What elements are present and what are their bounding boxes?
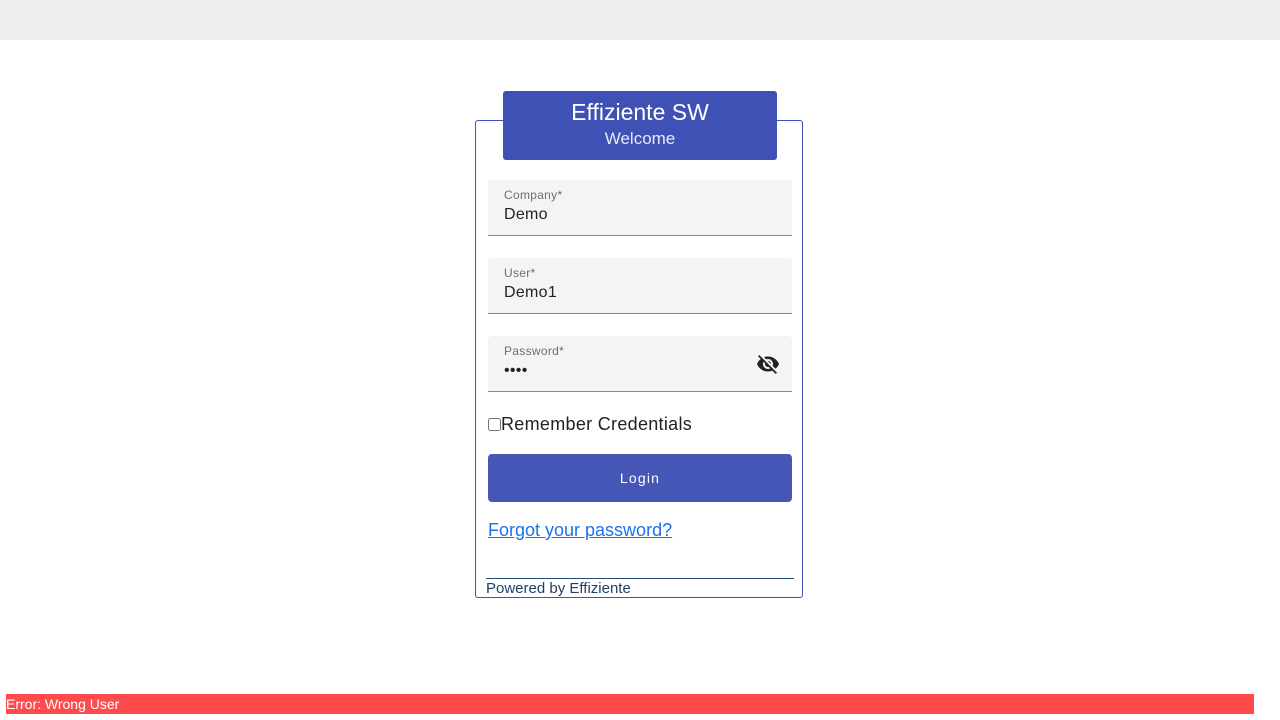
welcome-subtitle: Welcome [604, 129, 676, 148]
top-bar [0, 0, 1280, 40]
remember-credentials[interactable]: Remember Credentials [488, 412, 692, 436]
company-label: Company* [504, 188, 563, 202]
company-field[interactable]: Company* [488, 180, 792, 236]
eye-off-icon[interactable] [756, 352, 780, 376]
forgot-password-link[interactable]: Forgot your password? [488, 520, 672, 541]
login-button[interactable]: Login [488, 454, 792, 502]
card-header: Effiziente SW Welcome [503, 91, 777, 160]
app-title: Effiziente SW [571, 99, 709, 125]
password-field[interactable]: Password* [488, 336, 792, 392]
user-input[interactable] [504, 282, 744, 304]
password-label: Password* [504, 344, 565, 358]
error-message-bar: Error: Wrong User [6, 694, 1254, 714]
remember-label: Remember Credentials [501, 413, 693, 434]
user-label: User* [504, 266, 536, 280]
remember-checkbox[interactable] [488, 417, 501, 431]
powered-by-text: Powered by Effiziente [486, 580, 631, 597]
footer-divider [486, 578, 794, 579]
user-field[interactable]: User* [488, 258, 792, 314]
password-input[interactable] [504, 360, 744, 382]
company-input[interactable] [504, 204, 744, 226]
